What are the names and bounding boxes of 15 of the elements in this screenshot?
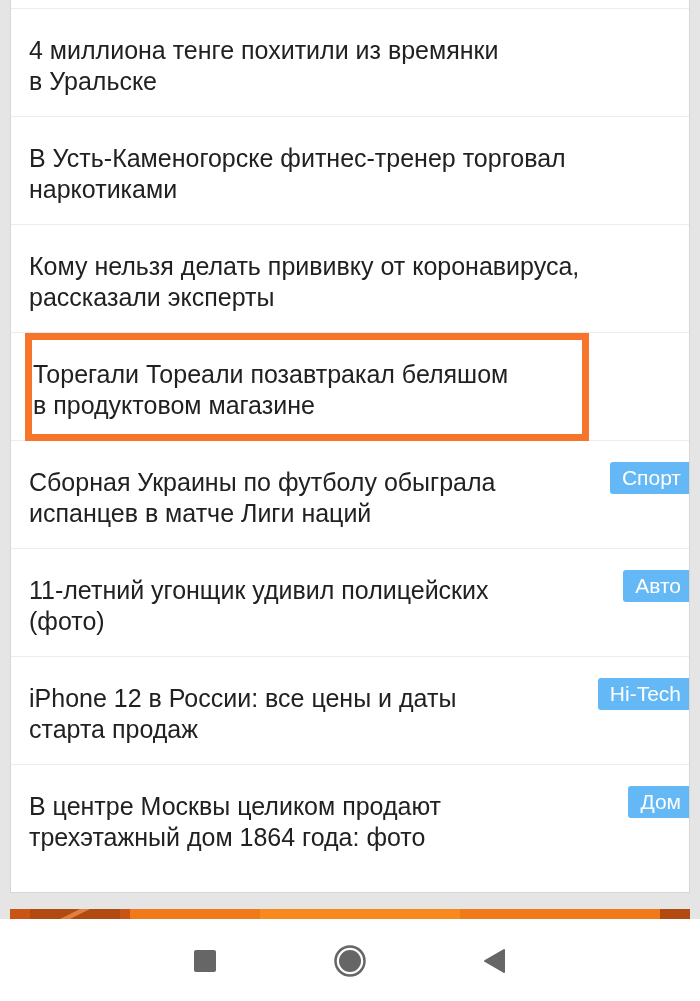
news-headline[interactable]: В Усть-Каменогорске фитнес-тренер торговал наркотиками [29,143,566,205]
category-tag: Спорт [609,462,689,494]
recent-apps-icon[interactable] [194,949,216,972]
category-tag: Авто [623,570,689,602]
news-headline[interactable]: 4 миллиона тенге похитили из времянки в Уральске [29,35,499,97]
category-tag: Hi-Tech [597,678,689,710]
home-icon[interactable] [334,944,366,977]
news-headline[interactable]: 11-летний угонщик удивил полицейских (фото) [29,575,489,637]
news-headline[interactable]: Кому нельзя делать прививку от коронавируса, рассказали эксперты [29,251,580,313]
back-icon[interactable] [484,948,506,973]
news-headline[interactable]: Торегали Тореали позавтракал беляшом в продуктовом магазине [33,359,509,421]
news-headline[interactable]: Сборная Украины по футболу обыграла испанцев в матче Лиги наций [29,467,496,529]
news-headline[interactable]: iPhone 12 в России: все цены и даты старта продаж [29,683,457,745]
news-headline[interactable]: В центре Москвы целиком продают трехэтажный дом 1864 года: фото [29,791,442,853]
category-tag: Дом [628,786,689,818]
